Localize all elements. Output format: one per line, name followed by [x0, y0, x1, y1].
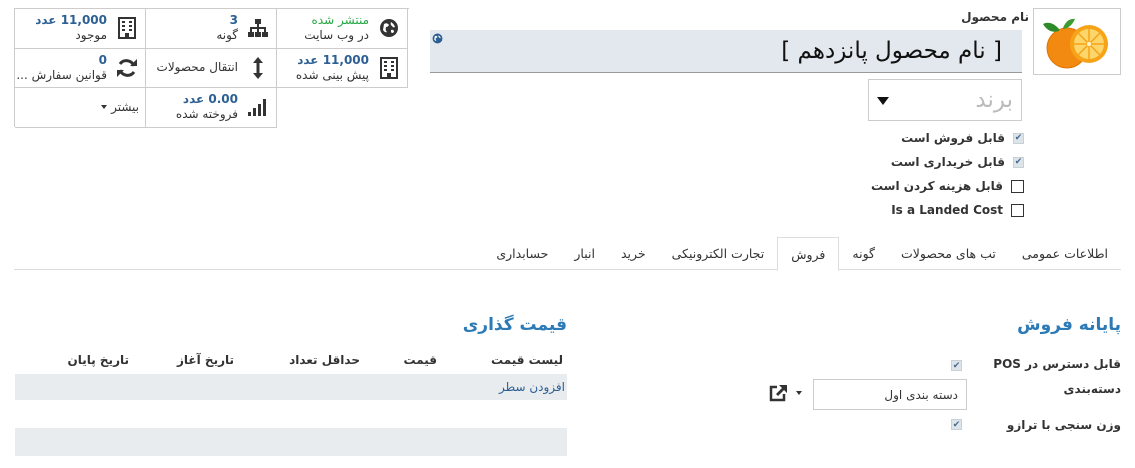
- tab-accounting[interactable]: حسابداری: [483, 237, 561, 270]
- reorder-label: قوانین سفارش ...: [16, 67, 107, 82]
- orange-image-icon: [1043, 18, 1108, 68]
- landed-cost-label: Is a Landed Cost: [891, 203, 1003, 217]
- column-pricelist[interactable]: لیست قیمت: [491, 353, 563, 367]
- to-weight-label: وزن سنجی با ترازو: [1006, 418, 1121, 432]
- tab-sales[interactable]: فروش: [777, 237, 840, 271]
- pos-category-input[interactable]: دسته بندی اول: [813, 379, 967, 410]
- building-icon: [377, 56, 401, 80]
- sold-label: فروخته شده: [175, 107, 238, 122]
- sale-ok-label: قابل فروش است: [901, 131, 1005, 145]
- table-row: افزودن سطر: [15, 374, 567, 400]
- variants-button[interactable]: 3 گونه: [146, 9, 277, 49]
- pricing-section-title: قیمت گذاری: [462, 315, 567, 335]
- purchase-ok-checkbox[interactable]: ✔: [1013, 156, 1024, 168]
- tab-general-info[interactable]: اطلاعات عمومی: [1009, 237, 1121, 270]
- translate-globe-icon[interactable]: [432, 33, 443, 47]
- expense-ok-row[interactable]: قابل هزینه کردن است: [871, 179, 1024, 193]
- add-line-link[interactable]: افزودن سطر: [499, 380, 565, 394]
- caret-down-icon[interactable]: [796, 391, 802, 395]
- variants-count: 3: [229, 13, 238, 28]
- globe-icon: [377, 16, 401, 40]
- sale-ok-row[interactable]: ✔ قابل فروش است: [901, 131, 1024, 145]
- more-label: بیشتر: [111, 99, 139, 114]
- tab-variants[interactable]: گونه: [839, 237, 888, 270]
- reordering-rules-button[interactable]: 0 قوانین سفارش ...: [15, 48, 146, 88]
- more-dropdown[interactable]: بیشتر: [15, 88, 146, 128]
- tab-inventory[interactable]: انبار: [561, 237, 608, 270]
- tab-ecommerce[interactable]: تجارت الکترونیکی: [659, 237, 778, 270]
- website-published-button[interactable]: منتشر شده در وب سایت: [277, 9, 408, 49]
- caret-down-icon: [101, 105, 108, 110]
- table-row: [15, 428, 567, 456]
- vertical-arrows-icon: [246, 56, 270, 80]
- purchase-ok-label: قابل خریداری است: [890, 155, 1005, 169]
- tab-product-tabs[interactable]: تب های محصولات: [888, 237, 1009, 270]
- tab-purchase[interactable]: خرید: [608, 237, 659, 270]
- product-moves-label: انتقال محصولات: [156, 60, 238, 75]
- external-link-icon[interactable]: [768, 384, 788, 405]
- on-hand-button[interactable]: 11,000 عدد موجود: [15, 9, 146, 49]
- column-min-qty[interactable]: حداقل تعداد: [289, 353, 360, 367]
- forecasted-label: پیش بینی شده: [295, 67, 369, 82]
- sale-ok-checkbox[interactable]: ✔: [1013, 132, 1024, 144]
- signal-bars-icon: [246, 95, 270, 119]
- building-icon: [115, 16, 139, 40]
- column-price[interactable]: قیمت: [403, 353, 437, 367]
- pos-section-title: پایانه فروش: [1017, 315, 1121, 335]
- on-hand-label: موجود: [75, 28, 107, 43]
- product-moves-button[interactable]: انتقال محصولات: [146, 48, 277, 88]
- on-hand-qty: 11,000 عدد: [35, 13, 107, 28]
- caret-down-icon: [877, 97, 889, 105]
- pos-category-label: دسته‌بندی: [1063, 382, 1121, 396]
- forecasted-qty: 11,000 عدد: [297, 52, 369, 67]
- to-weight-checkbox[interactable]: ✔: [951, 419, 962, 430]
- reorder-count: 0: [98, 52, 107, 67]
- available-in-pos-label: قابل دسترس در POS: [993, 357, 1121, 371]
- expense-ok-checkbox[interactable]: [1011, 179, 1024, 193]
- published-label: در وب سایت: [304, 28, 369, 43]
- purchase-ok-row[interactable]: ✔ قابل خریداری است: [891, 155, 1024, 169]
- landed-cost-row[interactable]: Is a Landed Cost: [891, 203, 1024, 217]
- product-name-input[interactable]: [ نام محصول پانزدهم ]: [430, 30, 1022, 73]
- published-status: منتشر شده: [311, 13, 369, 28]
- variants-label: گونه: [216, 28, 238, 43]
- sold-qty: 0.00 عدد: [182, 92, 238, 107]
- sold-button[interactable]: 0.00 عدد فروخته شده: [146, 88, 277, 128]
- brand-placeholder: برند: [975, 87, 1013, 113]
- product-name-label: نام محصول: [961, 10, 1029, 24]
- landed-cost-checkbox[interactable]: [1011, 203, 1024, 217]
- product-image[interactable]: [1033, 8, 1121, 75]
- table-header: لیست قیمت قیمت حداقل تعداد تاریخ آغاز تا…: [15, 348, 567, 374]
- available-in-pos-checkbox[interactable]: ✔: [951, 360, 962, 371]
- expense-ok-label: قابل هزینه کردن است: [870, 179, 1003, 193]
- pricelist-table: لیست قیمت قیمت حداقل تعداد تاریخ آغاز تا…: [15, 348, 567, 456]
- forecasted-button[interactable]: 11,000 عدد پیش بینی شده: [277, 48, 408, 88]
- column-date-start[interactable]: تاریخ آغاز: [177, 353, 234, 367]
- column-date-end[interactable]: تاریخ پایان: [67, 353, 129, 367]
- sitemap-icon: [246, 16, 270, 40]
- notebook-tabs: اطلاعات عمومی تب های محصولات گونه فروش ت…: [14, 237, 1121, 271]
- smart-buttons: منتشر شده در وب سایت 3 گونه 11,000 عدد م…: [14, 8, 409, 128]
- brand-select[interactable]: برند: [868, 79, 1022, 121]
- refresh-icon: [115, 56, 139, 80]
